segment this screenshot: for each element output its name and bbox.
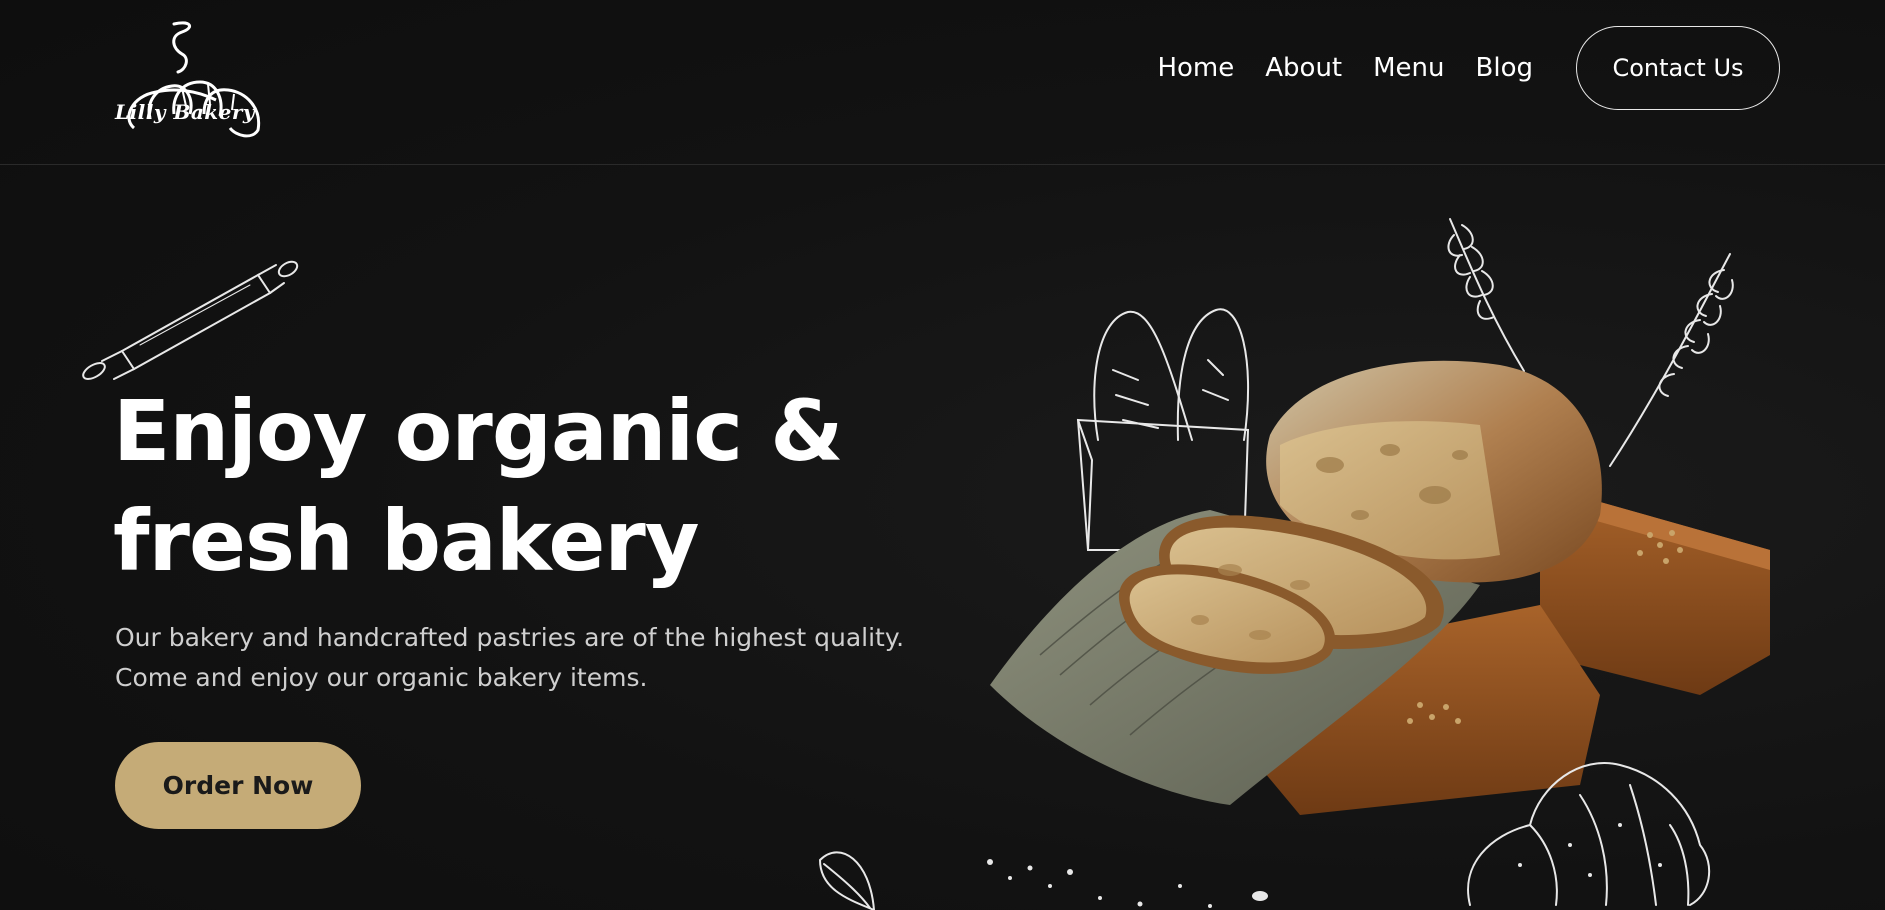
hero-description-line-1: Our bakery and handcrafted pastries are … xyxy=(115,623,905,652)
contact-us-button[interactable]: Contact Us xyxy=(1576,26,1780,110)
rolling-pin-icon xyxy=(82,260,299,380)
nav-home[interactable]: Home xyxy=(1157,48,1234,88)
site-header: Lilly Bakery Home About Menu Blog Contac… xyxy=(0,0,1885,165)
wheat-icon xyxy=(1447,218,1525,372)
hero-description-line-2: Come and enjoy our organic bakery items. xyxy=(115,663,648,692)
logo-text: Lilly Bakery xyxy=(115,100,256,124)
nav-menu[interactable]: Menu xyxy=(1373,48,1444,88)
leaf-icon xyxy=(818,851,1268,910)
hero-title: Enjoy organic & fresh bakery xyxy=(113,376,844,596)
hero-title-line-1: Enjoy organic & xyxy=(113,382,844,480)
nav-blog[interactable]: Blog xyxy=(1476,48,1533,88)
hero-title-line-2: fresh bakery xyxy=(113,492,700,590)
hero-description: Our bakery and handcrafted pastries are … xyxy=(115,618,955,698)
bakery-logo[interactable]: Lilly Bakery xyxy=(112,18,272,138)
nav-about[interactable]: About xyxy=(1265,48,1342,88)
croissant-icon xyxy=(1467,762,1710,906)
main-nav: Home About Menu Blog xyxy=(1157,48,1533,88)
order-now-button[interactable]: Order Now xyxy=(115,742,361,829)
